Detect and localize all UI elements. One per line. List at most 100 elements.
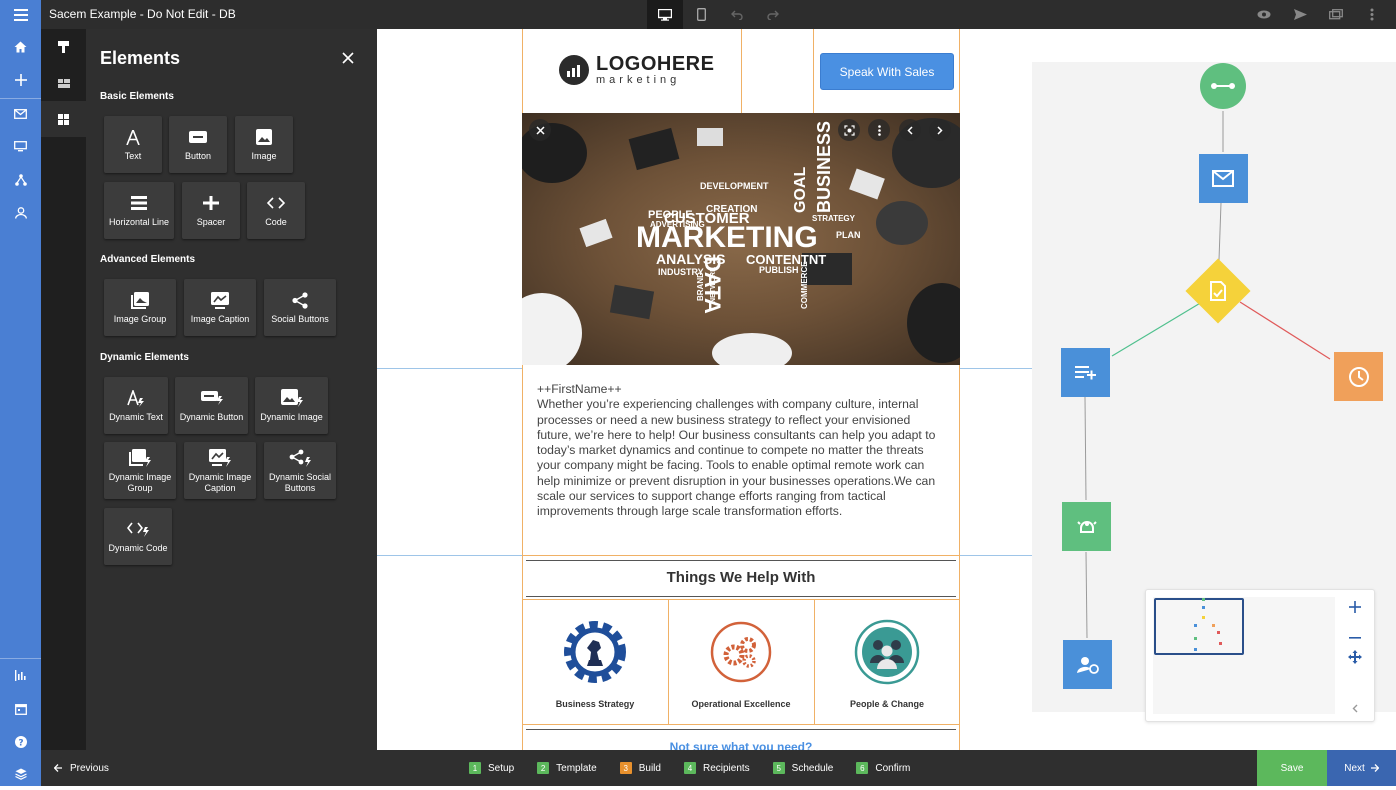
mobile-view-icon[interactable] — [683, 0, 719, 29]
speak-with-sales-button[interactable]: Speak With Sales — [820, 53, 954, 90]
people-group-icon — [854, 619, 920, 685]
step-schedule[interactable]: 5 Schedule — [772, 762, 833, 774]
step-label: Build — [638, 762, 661, 774]
dynamic-image-group-element[interactable]: Dynamic Image Group — [104, 442, 176, 499]
save-button[interactable]: Save — [1257, 750, 1327, 786]
layout-blocks-icon[interactable] — [41, 65, 86, 101]
horizontal-line-element[interactable]: Horizontal Line — [104, 182, 174, 239]
hero-word: ANALYSIS — [656, 251, 726, 267]
section-heading: Things We Help With — [666, 569, 816, 586]
home-icon[interactable] — [0, 30, 41, 63]
add-icon[interactable] — [0, 63, 41, 96]
arrow-right-icon — [1370, 764, 1379, 772]
device-toggle — [647, 0, 791, 29]
send-email-node[interactable] — [1199, 154, 1248, 203]
step-recipients[interactable]: 4 Recipients — [683, 762, 750, 774]
button-element[interactable]: Button — [169, 116, 227, 173]
hero-word: NETWORK — [710, 266, 717, 303]
desktop-view-icon[interactable] — [647, 0, 683, 29]
email-template[interactable]: LOGOHERE marketing Speak With Sales MARK… — [522, 29, 960, 750]
row-border — [522, 599, 960, 600]
minimap-area[interactable] — [1153, 597, 1335, 714]
previous-button[interactable]: Previous — [54, 750, 109, 786]
focus-icon[interactable] — [838, 119, 860, 141]
column-border — [813, 29, 814, 113]
step-template[interactable]: 2 Template — [537, 762, 597, 774]
hero-word: STRATEGY — [812, 214, 855, 223]
monitor-icon[interactable] — [0, 130, 41, 163]
spacer-element[interactable]: Spacer — [182, 182, 240, 239]
step-build[interactable]: 3 Build — [619, 762, 661, 774]
email-icon[interactable] — [0, 97, 41, 130]
analytics-icon[interactable] — [0, 659, 41, 692]
dynamic-social-buttons-element[interactable]: Dynamic Social Buttons — [264, 442, 336, 499]
dynamic-image-caption-icon — [209, 448, 231, 468]
close-icon[interactable] — [339, 49, 357, 67]
step-setup[interactable]: 1 Setup — [469, 762, 514, 774]
preview-devices-icon[interactable] — [1318, 0, 1354, 29]
dynamic-image-group-icon — [129, 448, 151, 468]
elements-grid-icon[interactable] — [41, 101, 86, 137]
send-icon[interactable] — [1282, 0, 1318, 29]
chevron-left-icon[interactable] — [899, 119, 921, 141]
header-actions — [1246, 0, 1390, 29]
dynamic-image-caption-element[interactable]: Dynamic Image Caption — [184, 442, 256, 499]
calendar-icon[interactable] — [0, 692, 41, 725]
step-confirm[interactable]: 6 Confirm — [856, 762, 910, 774]
layers-icon[interactable] — [0, 757, 41, 790]
hamburger-menu-icon[interactable] — [0, 0, 41, 29]
code-element[interactable]: Code — [247, 182, 305, 239]
contacts-icon[interactable] — [0, 196, 41, 229]
feature-operational-excellence[interactable]: Operational Excellence — [668, 604, 814, 724]
logo-subtext: marketing — [596, 74, 681, 86]
next-button[interactable]: Next — [1327, 750, 1396, 786]
redo-icon[interactable] — [755, 0, 791, 29]
tile-label: Image Caption — [190, 314, 250, 324]
remove-image-icon[interactable] — [529, 119, 551, 141]
hero-image[interactable]: MARKETING DATA CUSTOMER BUSINESS GOAL AN… — [522, 113, 960, 365]
chevron-right-icon[interactable] — [929, 119, 951, 141]
dynamic-text-element[interactable]: Dynamic Text — [104, 377, 168, 434]
horizontal-line-icon — [131, 193, 147, 213]
style-paint-icon[interactable] — [41, 29, 86, 65]
wizard-steps: 1 Setup 2 Template 3 Build 4 Recipients … — [469, 750, 933, 786]
dynamic-code-element[interactable]: Dynamic Code — [104, 508, 172, 565]
image-group-element[interactable]: Image Group — [104, 279, 176, 336]
not-sure-link[interactable]: Not sure what you need? — [522, 740, 960, 750]
social-buttons-element[interactable]: Social Buttons — [264, 279, 336, 336]
heading-divider — [526, 596, 956, 597]
tile-label: Social Buttons — [271, 314, 329, 324]
help-icon[interactable]: ? — [0, 725, 41, 758]
image-element[interactable]: Image — [235, 116, 293, 173]
feature-label: Operational Excellence — [691, 699, 791, 709]
feature-people-change[interactable]: People & Change — [814, 604, 960, 724]
zoom-in-icon[interactable] — [1349, 600, 1361, 618]
undo-icon[interactable] — [719, 0, 755, 29]
preview-eye-icon[interactable] — [1246, 0, 1282, 29]
heading-divider — [526, 560, 956, 561]
hero-word: GOAL — [792, 166, 809, 213]
step-number: 1 — [469, 762, 481, 774]
zoom-out-icon[interactable] — [1349, 627, 1361, 645]
image-options-icon[interactable] — [868, 119, 890, 141]
dynamic-button-element[interactable]: Dynamic Button — [175, 377, 248, 434]
text-element[interactable]: Text — [104, 116, 162, 173]
more-options-icon[interactable] — [1354, 0, 1390, 29]
email-body-text[interactable]: ++FirstName++ Whether you’re experiencin… — [537, 382, 947, 520]
dynamic-image-element[interactable]: Dynamic Image — [255, 377, 328, 434]
image-caption-element[interactable]: Image Caption — [184, 279, 256, 336]
wait-timer-node[interactable] — [1334, 352, 1383, 401]
hero-word: PLAN — [836, 230, 861, 240]
workflow-start-node[interactable] — [1200, 63, 1246, 109]
pan-move-icon[interactable] — [1348, 650, 1362, 669]
dynamic-button-icon — [200, 388, 223, 408]
notify-user-node[interactable] — [1062, 502, 1111, 551]
collapse-chevron-icon[interactable] — [1352, 700, 1358, 718]
company-logo[interactable]: LOGOHERE marketing — [559, 54, 714, 86]
feature-business-strategy[interactable]: Business Strategy — [522, 604, 668, 724]
update-contact-node[interactable] — [1063, 640, 1112, 689]
step-number: 6 — [856, 762, 869, 774]
add-to-list-node[interactable] — [1061, 348, 1110, 397]
step-number: 5 — [772, 762, 785, 774]
workflow-icon[interactable] — [0, 163, 41, 196]
